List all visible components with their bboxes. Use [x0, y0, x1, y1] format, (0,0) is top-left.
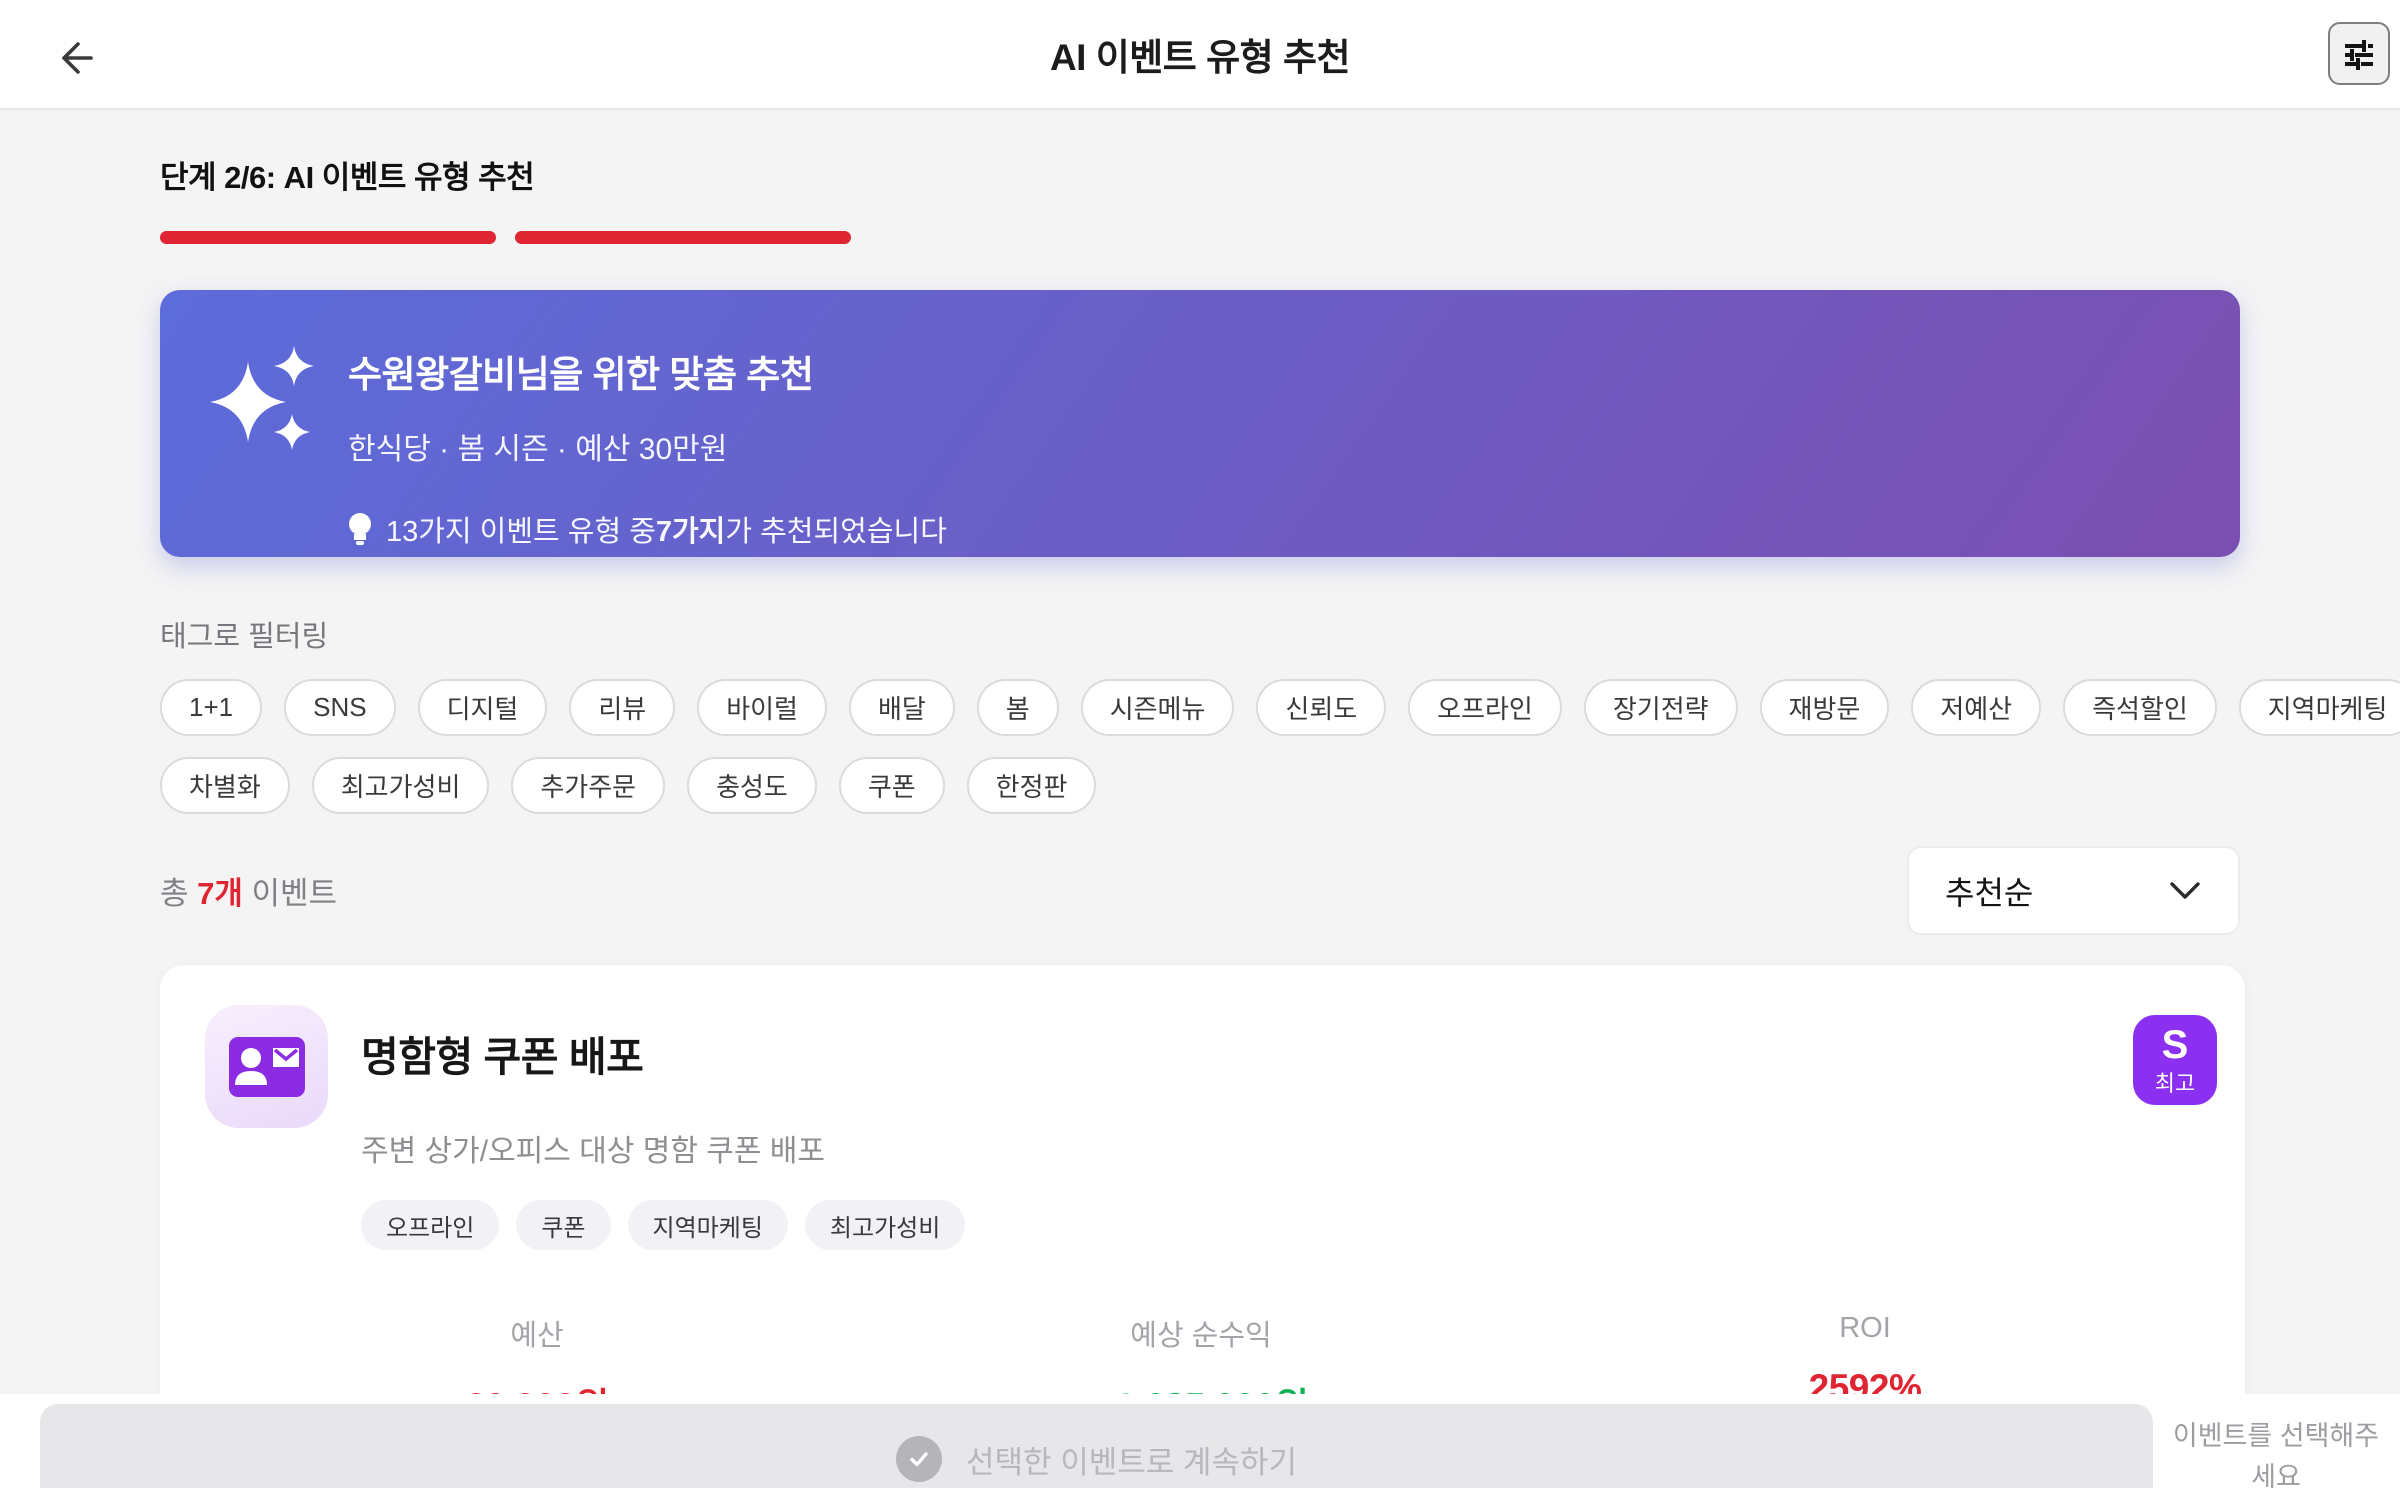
event-tag: 최고가성비 [804, 1200, 966, 1250]
tag-pill[interactable]: 저예산 [1911, 679, 2042, 736]
banner-info-line: 13가지 이벤트 유형 중 7가지 가 추천되었습니다 [348, 508, 947, 550]
tag-pill[interactable]: 리뷰 [569, 679, 676, 736]
tag-pill[interactable]: 즉석할인 [2063, 679, 2217, 736]
back-button[interactable] [48, 32, 100, 84]
banner-title: 수원왕갈비님을 위한 맞춤 추천 [348, 354, 814, 395]
ai-recommendation-banner: 수원왕갈비님을 위한 맞춤 추천 한식당 · 봄 시즌 · 예산 30만원 13… [160, 290, 2240, 557]
grade-label: 최고 [2154, 1071, 2196, 1096]
select-event-hint-line2: 세요 [2251, 1462, 2301, 1488]
tag-pill[interactable]: 1+1 [160, 679, 263, 736]
tag-filter-label: 태그로 필터링 [160, 621, 329, 653]
banner-info-prefix: 13가지 이벤트 유형 중 [386, 516, 656, 548]
list-summary-row: 총 7개 이벤트 추천순 [160, 846, 2240, 935]
arrow-left-icon [51, 35, 97, 81]
event-count-prefix: 총 [160, 876, 198, 911]
event-title: 명함형 쿠폰 배포 [361, 1034, 644, 1080]
progress-segment [160, 231, 496, 244]
event-card-header: 명함형 쿠폰 배포 주변 상가/오피스 대상 명함 쿠폰 배포 오프라인 쿠폰 … [205, 1005, 2197, 1250]
tag-pill[interactable]: 디지털 [417, 679, 548, 736]
tag-pill[interactable]: 시즌메뉴 [1080, 679, 1235, 736]
tag-pill[interactable]: 재방문 [1759, 679, 1890, 736]
sort-dropdown-value: 추천순 [1945, 874, 2034, 911]
tag-pill[interactable]: 신뢰도 [1256, 679, 1387, 736]
tag-pill[interactable]: 봄 [976, 679, 1059, 736]
tag-pill[interactable]: 차별화 [160, 757, 290, 814]
stat-label: ROI [1839, 1312, 1891, 1344]
event-tag-list: 오프라인 쿠폰 지역마케팅 최고가성비 [361, 1200, 966, 1250]
select-event-hint: 이벤트를 선택해주 세요 [2160, 1416, 2392, 1488]
banner-info-suffix: 가 추천되었습니다 [725, 516, 947, 548]
event-description: 주변 상가/오피스 대상 명함 쿠폰 배포 [361, 1135, 826, 1168]
tag-filter-row: 차별화 최고가성비 추가주문 충성도 쿠폰 한정판 [160, 757, 2240, 814]
banner-info-count: 7가지 [655, 516, 726, 548]
sort-dropdown[interactable]: 추천순 [1907, 846, 2240, 935]
tag-pill[interactable]: 충성도 [687, 757, 817, 814]
tag-pill[interactable]: 추가주문 [511, 757, 666, 814]
filter-settings-button[interactable] [2328, 22, 2390, 85]
tag-pill[interactable]: 장기전략 [1583, 679, 1738, 736]
tune-sliders-icon [2341, 36, 2377, 72]
tag-pill[interactable]: 최고가성비 [311, 757, 490, 814]
stat-label: 예상 순수익 [1130, 1320, 1272, 1352]
tag-pill[interactable]: 오프라인 [1408, 679, 1562, 736]
tag-pill[interactable]: 지역마케팅 [2238, 679, 2400, 736]
event-tag: 지역마케팅 [627, 1200, 788, 1250]
grade-letter: S [2161, 1023, 2189, 1067]
step-progress-bar [160, 231, 2240, 244]
tag-filter-group: 1+1 SNS 디지털 리뷰 바이럴 배달 봄 시즌메뉴 신뢰도 오프라인 장기… [160, 679, 2400, 814]
continue-button-label: 선택한 이벤트로 계속하기 [966, 1444, 1297, 1480]
tag-pill[interactable]: SNS [284, 679, 396, 736]
page-title: AI 이벤트 유형 추천 [1049, 37, 1351, 78]
lightbulb-icon [348, 512, 372, 546]
tag-pill[interactable]: 배달 [848, 679, 955, 736]
grade-badge: S 최고 [2133, 1015, 2217, 1105]
sparkles-icon [204, 344, 326, 472]
chevron-down-icon [2168, 880, 2202, 902]
step-indicator-label: 단계 2/6: AI 이벤트 유형 추천 [160, 160, 535, 195]
event-count-value: 7개 [197, 876, 243, 911]
tag-pill[interactable]: 쿠폰 [838, 757, 945, 814]
tag-pill[interactable]: 바이럴 [697, 679, 827, 736]
banner-text-block: 수원왕갈비님을 위한 맞춤 추천 한식당 · 봄 시즌 · 예산 30만원 13… [348, 330, 947, 550]
progress-segment [515, 231, 851, 244]
event-card-text-block: 명함형 쿠폰 배포 주변 상가/오피스 대상 명함 쿠폰 배포 오프라인 쿠폰 … [361, 1005, 966, 1250]
event-count-suffix: 이벤트 [242, 876, 338, 911]
main-content: 단계 2/6: AI 이벤트 유형 추천 수원왕갈비님을 위한 맞춤 추천 한식… [0, 152, 2400, 1485]
event-count-text: 총 7개 이벤트 [160, 868, 337, 913]
tag-filter-row: 1+1 SNS 디지털 리뷰 바이럴 배달 봄 시즌메뉴 신뢰도 오프라인 장기… [160, 679, 2400, 736]
event-tag: 쿠폰 [516, 1200, 611, 1250]
event-tag: 오프라인 [361, 1200, 500, 1250]
select-event-hint-line1: 이벤트를 선택해주 [2172, 1421, 2380, 1451]
stat-label: 예산 [510, 1320, 564, 1352]
bottom-action-bar: 선택한 이벤트로 계속하기 이벤트를 선택해주 세요 [0, 1394, 2400, 1488]
contact-card-icon [205, 1005, 328, 1128]
banner-subtitle: 한식당 · 봄 시즌 · 예산 30만원 [348, 433, 728, 466]
top-app-bar: AI 이벤트 유형 추천 [0, 0, 2400, 110]
check-circle-icon [896, 1436, 943, 1482]
continue-button[interactable]: 선택한 이벤트로 계속하기 [40, 1404, 2153, 1488]
tag-pill[interactable]: 한정판 [966, 757, 1097, 814]
